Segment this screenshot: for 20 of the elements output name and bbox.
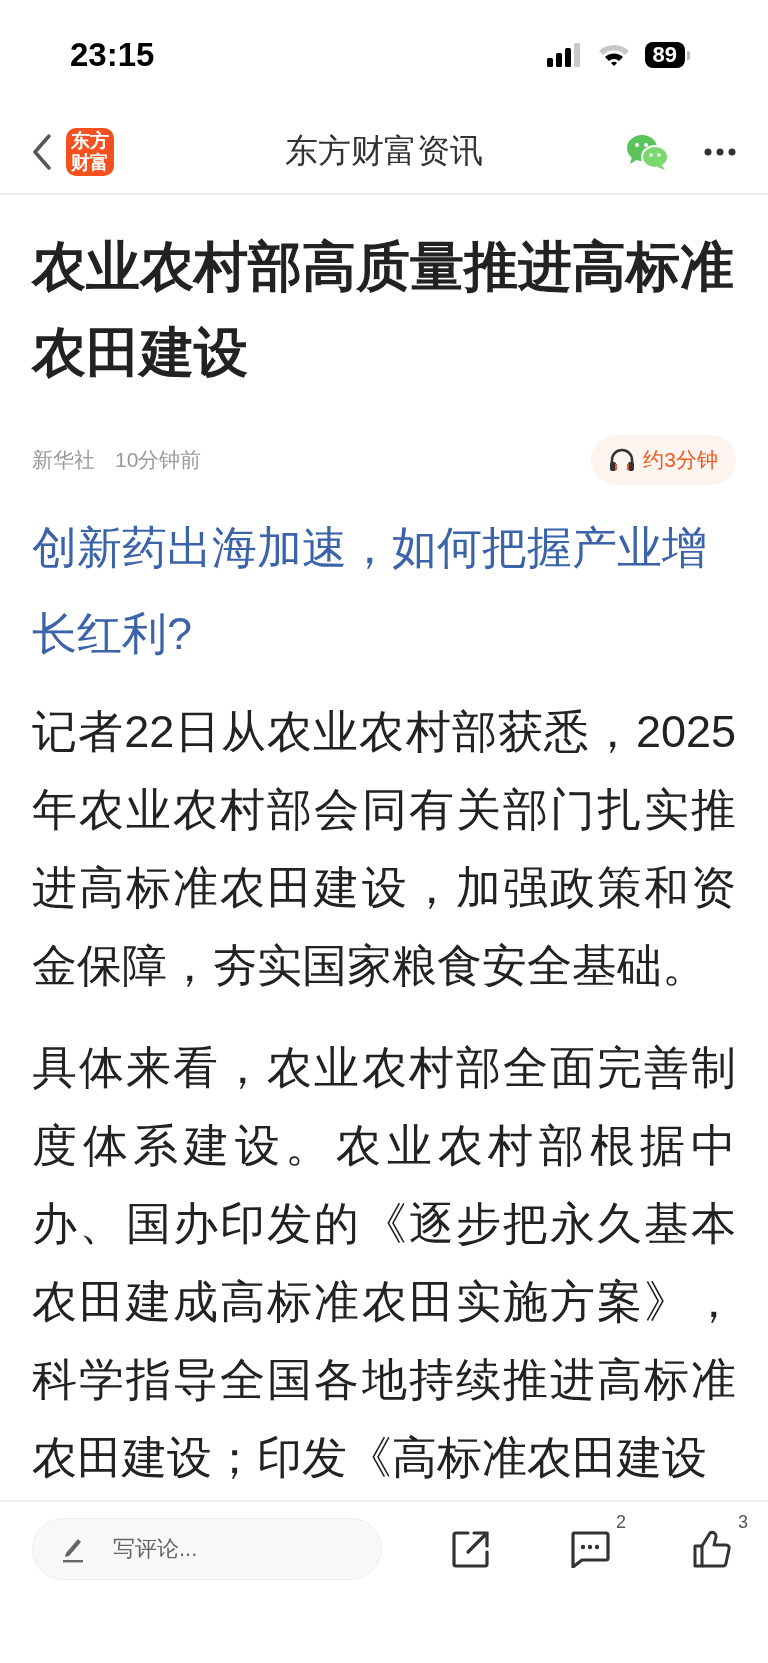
- app-logo: 东方财富: [66, 127, 114, 176]
- page-title: 东方财富资讯: [285, 131, 483, 171]
- listen-button[interactable]: 约3分钟: [591, 435, 736, 485]
- article-title: 农业农村部高质量推进高标准农田建设: [32, 235, 735, 384]
- signal-icon: [546, 43, 583, 67]
- promo-link[interactable]: 创新药出海加速，如何把握产业增长红利?: [32, 505, 736, 677]
- paragraph: 具体来看，农业农村部全面完善制度体系建设。农业农村部根据中办、国办印发的《逐步把永久基本农田建成高标准农田实施方案》，科学指导全国各地持续推进高标准农田建设；印发《高标准农田建设: [32, 1041, 736, 1485]
- publish-time: 10分钟前: [115, 447, 202, 473]
- paragraph: 记者22日从农业农村部获悉，2025年农业农村部会同有关部门扎实推进高标准农田建设，加强政策和资金保障，夯实国家粮食安全基础。: [32, 705, 736, 993]
- comment-icon[interactable]: [570, 1530, 610, 1568]
- article-source: 新华社: [32, 447, 95, 473]
- headphones-icon: [609, 448, 636, 472]
- like-count: 3: [738, 1512, 748, 1533]
- back-icon[interactable]: [32, 133, 52, 170]
- thumbs-up-icon[interactable]: [692, 1530, 732, 1568]
- more-icon[interactable]: [704, 147, 736, 156]
- status-time: 23:15: [70, 36, 155, 74]
- comment-field[interactable]: 写评论...: [32, 1518, 382, 1580]
- share-icon[interactable]: [452, 1530, 490, 1568]
- comment-count: 2: [616, 1512, 626, 1533]
